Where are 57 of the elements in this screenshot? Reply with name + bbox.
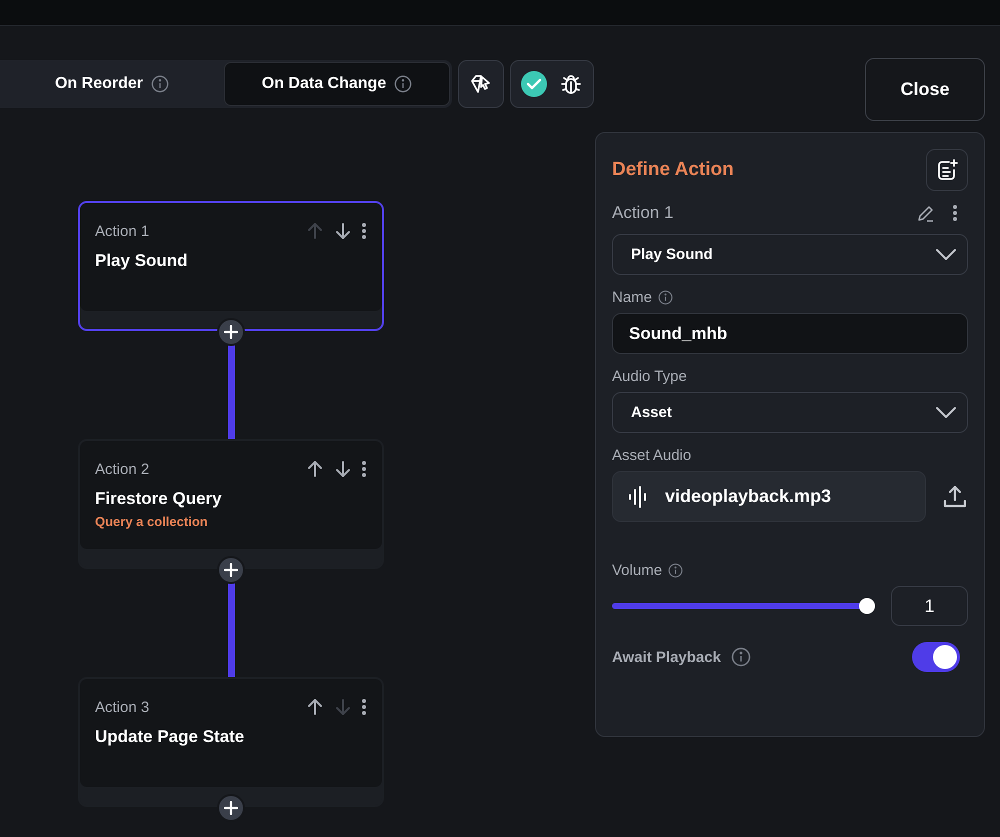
arrow-up-icon[interactable] [305, 459, 325, 479]
add-action-button[interactable] [217, 318, 245, 346]
add-note-button[interactable] [926, 149, 968, 191]
info-icon [668, 563, 684, 578]
plus-icon [224, 801, 238, 815]
action-label: Action 3 [95, 698, 150, 716]
bug-icon [559, 72, 583, 96]
volume-value[interactable]: 1 [891, 586, 968, 626]
slider-thumb[interactable] [859, 598, 875, 614]
toggle-label: Await Playback [612, 648, 721, 666]
info-icon [151, 75, 169, 93]
field-label: Name [612, 289, 652, 306]
arrow-up-icon[interactable] [305, 697, 325, 717]
tab[interactable]: On Reorder [0, 62, 224, 106]
audio-file-field[interactable]: videoplayback.mp3 [612, 471, 926, 522]
audio-type-dropdown[interactable]: Asset [612, 392, 968, 433]
volume-slider[interactable] [612, 598, 875, 614]
more-icon[interactable] [361, 222, 367, 240]
more-icon[interactable] [361, 460, 367, 478]
upload-icon[interactable] [942, 484, 968, 510]
chevron-down-icon [935, 248, 957, 262]
info-icon [658, 290, 674, 305]
await-playback-toggle[interactable] [912, 642, 960, 672]
plus-icon [224, 325, 238, 339]
action-title: Update Page State [95, 727, 246, 747]
field-label: Volume [612, 562, 662, 579]
arrow-down-icon[interactable] [333, 459, 353, 479]
plus-icon [224, 563, 238, 577]
close-button[interactable]: Close [865, 58, 985, 121]
chevron-down-icon [935, 406, 957, 420]
name-input[interactable]: Sound_mhb [612, 313, 968, 354]
info-icon [730, 647, 751, 667]
action-card[interactable]: Action 1 Play Sound [78, 201, 384, 331]
panel-title: Define Action [612, 159, 734, 181]
add-action-button[interactable] [217, 556, 245, 584]
field-label: Asset Audio [612, 447, 692, 464]
action-label: Action 1 [612, 203, 674, 223]
action-title: Play Sound [95, 251, 189, 271]
check-circle-icon [521, 71, 547, 97]
info-icon [394, 75, 412, 93]
tab[interactable]: On Data Change [224, 62, 450, 106]
action-card[interactable]: Action 2 Firestore Query Query a collection [78, 439, 384, 569]
action-type-dropdown[interactable]: Play Sound [612, 234, 968, 275]
action-subtitle: Query a collection [95, 514, 209, 529]
more-icon[interactable] [952, 204, 958, 222]
diamond-cursor-icon [469, 72, 493, 96]
arrow-down-icon[interactable] [333, 221, 353, 241]
add-action-button[interactable] [217, 794, 245, 822]
note-plus-icon [935, 158, 959, 182]
action-label: Action 1 [95, 222, 150, 240]
toolbar-button[interactable] [458, 60, 504, 108]
action-title: Firestore Query [95, 489, 223, 509]
field-label: Audio Type [612, 368, 687, 385]
action-card[interactable]: Action 3 Update Page State [78, 677, 384, 807]
action-label: Action 2 [95, 460, 150, 478]
more-icon[interactable] [361, 698, 367, 716]
debug-button[interactable] [510, 60, 594, 108]
